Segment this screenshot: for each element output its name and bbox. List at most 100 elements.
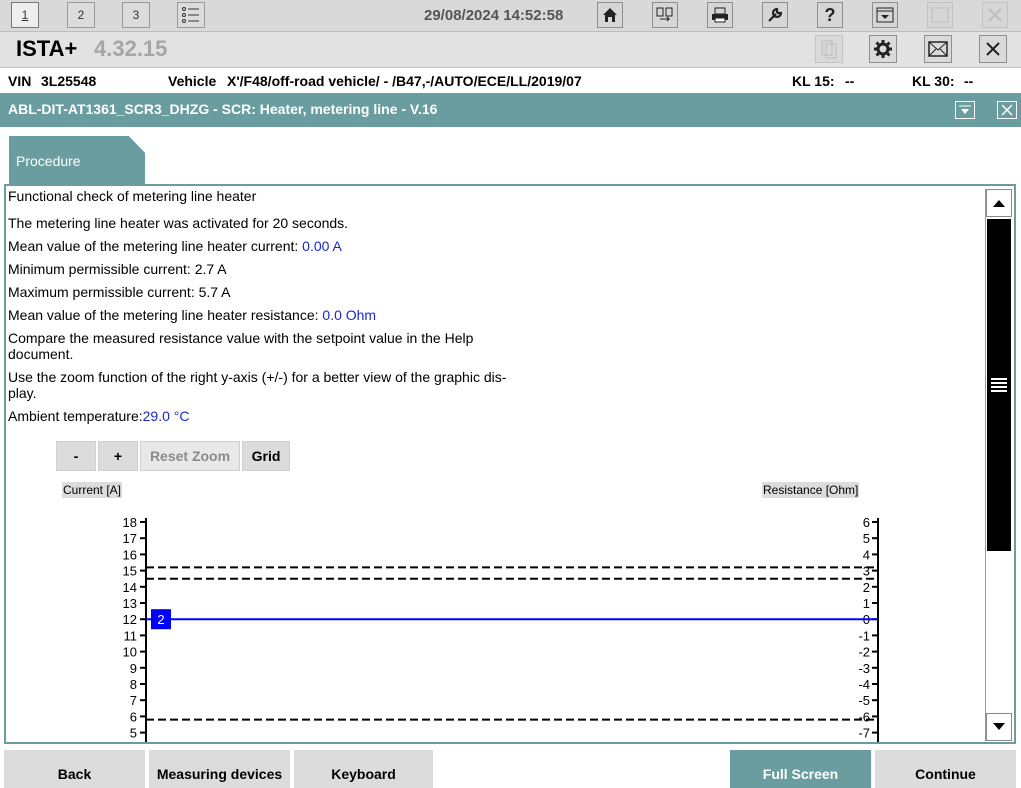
top-toolbar: 1 2 3 29/08/2024 14:52:58 ?	[0, 0, 1021, 32]
left-tick-label: 13	[123, 596, 137, 611]
mean-resistance-line: Mean value of the metering line heater r…	[8, 307, 528, 323]
compare-line-1: Compare the measured resistance value wi…	[8, 330, 474, 346]
right-tick-label: 3	[863, 564, 870, 579]
min-current-line: Minimum permissible current: 2.7 A	[8, 261, 227, 277]
right-tick-label: 1	[863, 596, 870, 611]
app-title-bar: ISTA+ 4.32.15	[0, 32, 1021, 68]
left-tick-label: 10	[123, 645, 137, 660]
close-app-icon[interactable]	[982, 2, 1008, 28]
left-tick-label: 14	[123, 580, 137, 595]
home-icon[interactable]	[597, 2, 623, 28]
collapse-menu-icon[interactable]	[955, 101, 975, 119]
right-tick-label: -3	[858, 661, 870, 676]
tab-3-button[interactable]: 3	[122, 2, 150, 28]
ambient-temperature-line: Ambient temperature:29.0 °C	[8, 408, 528, 424]
bottom-button-bar: Back Measuring devices Keyboard Full Scr…	[0, 748, 1021, 788]
right-tick-label: 4	[863, 547, 870, 562]
wrench-icon[interactable]	[762, 2, 788, 28]
tab-2-button[interactable]: 2	[67, 2, 95, 28]
vertical-scrollbar[interactable]	[985, 189, 1012, 741]
test-module-header: ABL-DIT-AT1361_SCR3_DHZG - SCR: Heater, …	[0, 93, 1021, 127]
tab-1-button[interactable]: 1	[11, 2, 39, 28]
zoom-instruction: Use the zoom function of the right y-axi…	[8, 369, 528, 401]
left-tick-label: 11	[124, 628, 138, 643]
back-button[interactable]: Back	[4, 750, 145, 788]
zoom-line-1: Use the zoom function of the right y-axi…	[8, 369, 507, 385]
kl15-value: --	[845, 73, 855, 89]
reference-lines	[146, 566, 878, 721]
continue-button[interactable]: Continue	[875, 750, 1016, 788]
vehicle-value: X'/F48/off-road vehicle/ - /B47,-/AUTO/E…	[227, 73, 582, 89]
documents-icon[interactable]	[815, 35, 843, 63]
mean-current-value: 0.00 A	[302, 238, 342, 254]
left-tick-label: 12	[123, 612, 137, 627]
measurement-chart: 18171615141312111098765 6543210-1-2-3-4-…	[123, 515, 879, 742]
kl30-label: KL 30:	[912, 73, 955, 89]
settings-gear-icon[interactable]	[869, 35, 897, 63]
reset-zoom-button[interactable]: Reset Zoom	[140, 441, 240, 471]
compare-line-2: document.	[8, 346, 74, 362]
left-axis-label: Current [A]	[62, 482, 123, 498]
mean-resistance-value: 0.0 Ohm	[322, 307, 377, 323]
compare-instruction: Compare the measured resistance value wi…	[8, 330, 528, 362]
right-tick-label: -4	[858, 677, 870, 692]
vehicle-swap-icon[interactable]	[652, 2, 678, 28]
right-tick-label: -5	[858, 693, 870, 708]
scroll-down-button[interactable]	[986, 713, 1012, 741]
ambient-value: 29.0 °C	[142, 408, 190, 424]
left-tick-label: 17	[123, 531, 137, 546]
grip-icon	[991, 378, 1007, 394]
scrollbar-thumb[interactable]	[987, 219, 1011, 551]
procedure-heading: Functional check of metering line heater	[8, 188, 257, 204]
close-module-icon[interactable]	[997, 101, 1017, 119]
zoom-in-button[interactable]: +	[98, 441, 138, 471]
zoom-out-button[interactable]: -	[56, 441, 96, 471]
arrow-up-icon	[993, 200, 1005, 207]
right-tick-label: -7	[858, 726, 870, 741]
mean-current-line: Mean value of the metering line heater c…	[8, 238, 528, 254]
app-name: ISTA+	[16, 36, 78, 61]
right-tick-label: 5	[863, 531, 870, 546]
right-tick-label: 6	[863, 515, 870, 530]
full-screen-button[interactable]: Full Screen	[730, 750, 871, 788]
list-icon[interactable]	[177, 2, 205, 28]
tab-procedure[interactable]: Procedure	[9, 136, 145, 184]
series-marker-label: 2	[157, 612, 164, 627]
scroll-up-button[interactable]	[986, 189, 1012, 217]
right-tick-label: -1	[858, 628, 870, 643]
measuring-devices-button[interactable]: Measuring devices	[149, 750, 290, 788]
print-icon[interactable]	[707, 2, 733, 28]
right-tick-label: -6	[858, 709, 870, 724]
test-module-title: ABL-DIT-AT1361_SCR3_DHZG - SCR: Heater, …	[8, 101, 438, 117]
max-current-line: Maximum permissible current: 5.7 A	[8, 284, 231, 300]
close-session-icon[interactable]	[979, 35, 1007, 63]
kl30-value: --	[964, 73, 974, 89]
right-tick-label: -2	[858, 645, 870, 660]
help-icon[interactable]: ?	[817, 2, 843, 28]
vehicle-info-bar: VIN 3L25548 Vehicle X'/F48/off-road vehi…	[0, 69, 1021, 93]
left-tick-label: 18	[123, 515, 137, 530]
left-tick-label: 8	[130, 677, 137, 692]
left-tick-label: 16	[123, 547, 137, 562]
zoom-line-2: play.	[8, 385, 37, 401]
datetime: 29/08/2024 14:52:58	[424, 7, 564, 24]
window-menu-icon[interactable]	[872, 2, 898, 28]
vehicle-label: Vehicle	[168, 73, 217, 89]
keyboard-button[interactable]: Keyboard	[294, 750, 433, 788]
mean-current-label: Mean value of the metering line heater c…	[8, 238, 303, 254]
arrow-down-icon	[993, 723, 1005, 730]
mean-resistance-label: Mean value of the metering line heater r…	[8, 307, 323, 323]
kl15-label: KL 15:	[792, 73, 835, 89]
left-y-axis: 181716 1514131211 109876 5	[123, 515, 147, 742]
activation-text: The metering line heater was activated f…	[8, 215, 349, 231]
procedure-panel: Functional check of metering line heater…	[4, 184, 1016, 744]
left-tick-label: 15	[123, 564, 137, 579]
mail-icon[interactable]	[924, 35, 952, 63]
tab-1-label: 1	[21, 8, 29, 22]
app-version: 4.32.15	[94, 36, 168, 61]
left-tick-label: 6	[130, 709, 137, 724]
data-series: 2	[146, 609, 878, 630]
grid-button[interactable]: Grid	[242, 441, 290, 471]
left-tick-label: 7	[130, 693, 137, 708]
maximize-icon[interactable]	[927, 2, 953, 28]
